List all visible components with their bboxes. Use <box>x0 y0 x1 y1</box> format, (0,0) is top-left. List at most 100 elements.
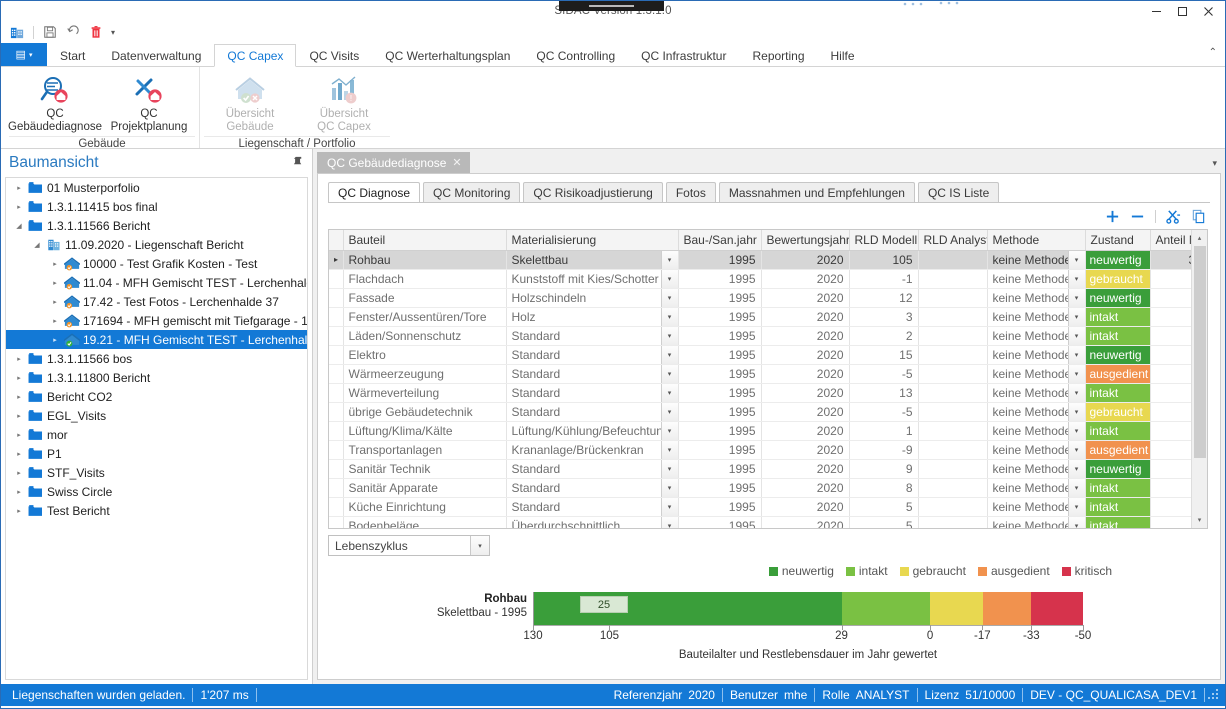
grid-row[interactable]: FassadeHolzschindeln▾1995202012keine Met… <box>329 288 1191 307</box>
sub-tab-qc-is-liste[interactable]: QC IS Liste <box>918 182 999 202</box>
scroll-up-icon[interactable]: ▴ <box>1192 230 1208 246</box>
vscroll-thumb[interactable] <box>1194 246 1206 458</box>
app-logo-icon[interactable] <box>7 22 27 42</box>
grid-row[interactable]: Fenster/Aussentüren/ToreHolz▾199520203ke… <box>329 307 1191 326</box>
chevron-down-icon[interactable]: ▾ <box>661 422 678 440</box>
grid-row[interactable]: Sanitär ApparateStandard▾199520208keine … <box>329 478 1191 497</box>
ribbon-tab-datenverwaltung[interactable]: Datenverwaltung <box>98 44 214 66</box>
chevron-down-icon[interactable]: ▾ <box>661 441 678 459</box>
close-button[interactable] <box>1195 1 1221 21</box>
grid-column-header-rld_modell[interactable]: RLD Modell <box>849 230 918 250</box>
grid-cell-material-select[interactable]: Standard▾ <box>506 326 678 345</box>
chevron-down-icon[interactable]: ▾ <box>661 251 678 269</box>
grid-cell-methode-select[interactable]: keine Methode▾ <box>987 402 1085 421</box>
grid-cell-material-select[interactable]: Standard▾ <box>506 497 678 516</box>
tree-item[interactable]: ▸mor <box>6 425 307 444</box>
tree-expand-arrow[interactable]: ▸ <box>12 450 26 458</box>
ribbon-tab-qc-controlling[interactable]: QC Controlling <box>523 44 628 66</box>
tree-expand-arrow[interactable]: ▸ <box>12 203 26 211</box>
grid-cell-material-select[interactable]: Standard▾ <box>506 364 678 383</box>
chevron-down-icon[interactable]: ▾ <box>1068 517 1085 529</box>
tree-expand-arrow[interactable]: ▸ <box>12 507 26 515</box>
tree-item[interactable]: ▸1.3.1.11800 Bericht <box>6 368 307 387</box>
document-tab-qc-gebaeudediagnose[interactable]: QC Gebäudediagnose ✕ <box>317 152 470 173</box>
grid-cell-material-select[interactable]: Skelettbau▾ <box>506 250 678 269</box>
grid-cell-material-select[interactable]: Holz▾ <box>506 307 678 326</box>
grid-row[interactable]: WärmeerzeugungStandard▾19952020-5keine M… <box>329 364 1191 383</box>
grid-column-header-anteil[interactable]: Anteil Modell <box>1150 230 1191 250</box>
grid-cell-methode-select[interactable]: keine Methode▾ <box>987 516 1085 528</box>
save-icon[interactable] <box>40 22 60 42</box>
tree-expand-arrow[interactable]: ▸ <box>12 184 26 192</box>
tree-expand-arrow[interactable]: ▸ <box>48 298 62 306</box>
pin-icon[interactable] <box>293 156 304 170</box>
tree-item[interactable]: ▸Test Bericht <box>6 501 307 520</box>
minimize-button[interactable] <box>1143 1 1169 21</box>
tree-item[interactable]: ▸Swiss Circle <box>6 482 307 501</box>
chevron-down-icon[interactable]: ▾ <box>1068 365 1085 383</box>
tree-expand-arrow[interactable]: ◢ <box>12 222 26 230</box>
grid-cell-material-select[interactable]: Holzschindeln▾ <box>506 288 678 307</box>
grid-cell-material-select[interactable]: Kunststoff mit Kies/Schotter▾ <box>506 269 678 288</box>
tree-expand-arrow[interactable]: ▸ <box>12 374 26 382</box>
chevron-down-icon[interactable]: ▾ <box>1068 403 1085 421</box>
grid-column-header-bau_san[interactable]: Bau-/San.jahr <box>678 230 761 250</box>
tree-item[interactable]: ▸10000 - Test Grafik Kosten - Test <box>6 254 307 273</box>
grid-cell-methode-select[interactable]: keine Methode▾ <box>987 288 1085 307</box>
ribbon-tab-qc-visits[interactable]: QC Visits <box>296 44 372 66</box>
sub-tab-qc-risikoadjustierung[interactable]: QC Risikoadjustierung <box>523 182 662 202</box>
chevron-down-icon[interactable]: ▾ <box>661 517 678 529</box>
tree-expand-arrow[interactable]: ▸ <box>12 393 26 401</box>
ribbon-tab-hilfe[interactable]: Hilfe <box>818 44 868 66</box>
grid-column-header-methode[interactable]: Methode <box>987 230 1085 250</box>
tree-expand-arrow[interactable]: ▸ <box>12 431 26 439</box>
grid-cell-material-select[interactable]: Krananlage/Brückenkran▾ <box>506 440 678 459</box>
chevron-down-icon[interactable]: ▾ <box>1068 251 1085 269</box>
grid-cell-material-select[interactable]: Standard▾ <box>506 402 678 421</box>
close-icon[interactable]: ✕ <box>452 156 461 169</box>
sub-tab-qc-diagnose[interactable]: QC Diagnose <box>328 182 420 202</box>
chevron-down-icon[interactable]: ▾ <box>1068 441 1085 459</box>
tree-expand-arrow[interactable]: ▸ <box>12 488 26 496</box>
grid-cell-methode-select[interactable]: keine Methode▾ <box>987 269 1085 288</box>
ribbon-tab-qc-capex[interactable]: QC Capex <box>214 44 296 67</box>
file-menu-button[interactable]: ▤ ▾ <box>1 43 47 66</box>
grid-row[interactable]: ElektroStandard▾1995202015keine Methode▾… <box>329 345 1191 364</box>
qc-gebaeudediagnose-button[interactable]: QC Gebäudediagnose <box>9 71 101 136</box>
chevron-down-icon[interactable]: ▾ <box>1068 422 1085 440</box>
add-row-button[interactable] <box>1105 209 1120 224</box>
grid-cell-methode-select[interactable]: keine Methode▾ <box>987 345 1085 364</box>
undo-icon[interactable] <box>63 22 83 42</box>
chevron-down-icon[interactable]: ▾ <box>661 270 678 288</box>
grid-column-header-bauteil[interactable]: Bauteil <box>343 230 506 250</box>
chevron-down-icon[interactable]: ▾ <box>1212 158 1217 169</box>
grid-cell-methode-select[interactable]: keine Methode▾ <box>987 421 1085 440</box>
grid-row[interactable]: Läden/SonnenschutzStandard▾199520202kein… <box>329 326 1191 345</box>
tree-item[interactable]: ▸STF_Visits <box>6 463 307 482</box>
tree-item[interactable]: ◢11.09.2020 - Liegenschaft Bericht <box>6 235 307 254</box>
grid-row[interactable]: Sanitär TechnikStandard▾199520209keine M… <box>329 459 1191 478</box>
ribbon-collapse-caret[interactable]: ⌃ <box>1209 47 1217 58</box>
grid-cell-methode-select[interactable]: keine Methode▾ <box>987 497 1085 516</box>
chevron-down-icon[interactable]: ▾ <box>661 365 678 383</box>
tree-item[interactable]: ▸17.42 - Test Fotos - Lerchenhalde 37 <box>6 292 307 311</box>
grid-cell-methode-select[interactable]: keine Methode▾ <box>987 326 1085 345</box>
ribbon-tab-qc-infrastruktur[interactable]: QC Infrastruktur <box>628 44 739 66</box>
resize-grip[interactable] <box>1207 688 1221 702</box>
chevron-down-icon[interactable]: ▾ <box>1068 384 1085 402</box>
chevron-down-icon[interactable]: ▾ <box>1068 327 1085 345</box>
grid-cell-methode-select[interactable]: keine Methode▾ <box>987 307 1085 326</box>
grid-cell-material-select[interactable]: Lüftung/Kühlung/Befeuchtung▾ <box>506 421 678 440</box>
grid-cell-methode-select[interactable]: keine Methode▾ <box>987 250 1085 269</box>
tree-expand-arrow[interactable]: ▸ <box>48 317 62 325</box>
tree-item[interactable]: ▸P1 <box>6 444 307 463</box>
chevron-down-icon[interactable]: ▾ <box>661 289 678 307</box>
grid-cell-methode-select[interactable]: keine Methode▾ <box>987 459 1085 478</box>
tree-item[interactable]: ▸171694 - MFH gemischt mit Tiefgarage - … <box>6 311 307 330</box>
grid-cell-methode-select[interactable]: keine Methode▾ <box>987 440 1085 459</box>
sub-tab-qc-monitoring[interactable]: QC Monitoring <box>423 182 520 202</box>
ribbon-tab-reporting[interactable]: Reporting <box>739 44 817 66</box>
chevron-down-icon[interactable]: ▾ <box>661 384 678 402</box>
tree-expand-arrow[interactable]: ▸ <box>12 469 26 477</box>
chevron-down-icon[interactable]: ▾ <box>661 403 678 421</box>
